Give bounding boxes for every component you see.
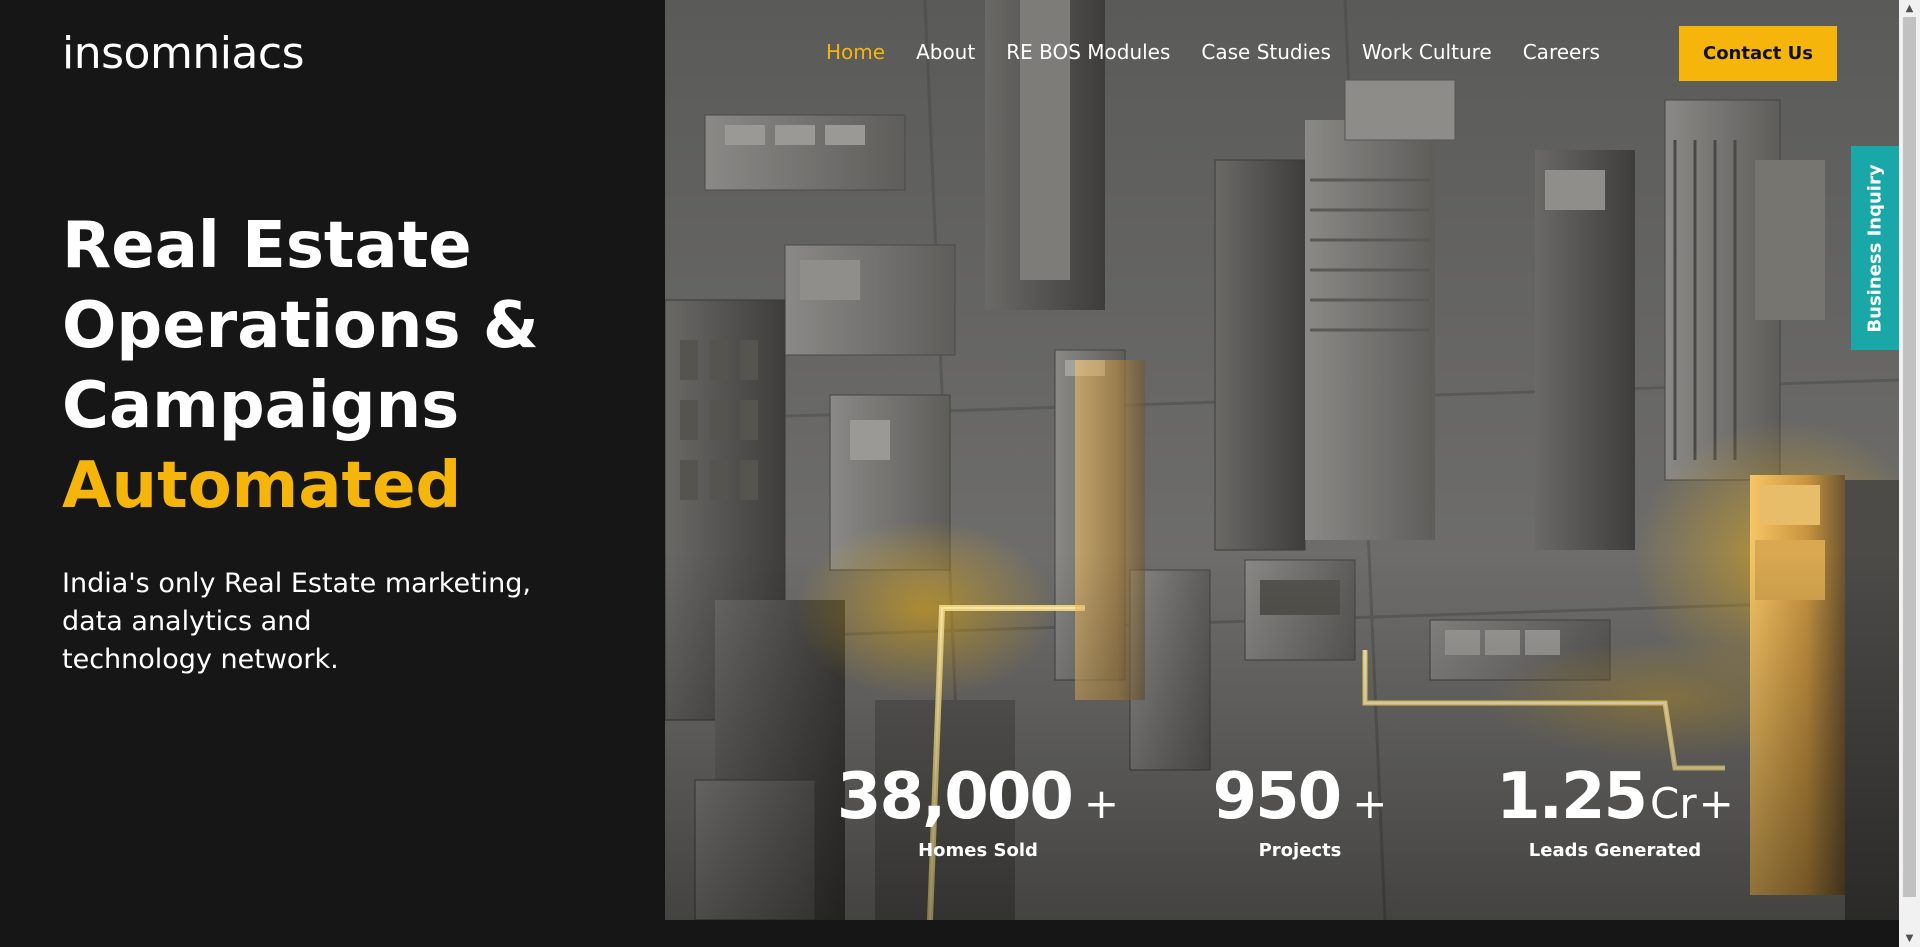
stat-label: Projects xyxy=(1258,840,1342,861)
stat-leads-generated: 1.25 Cr + Leads Generated xyxy=(1480,760,1750,861)
scroll-up-arrow-icon[interactable]: ▲ xyxy=(1899,0,1920,17)
nav-work-culture[interactable]: Work Culture xyxy=(1362,40,1492,64)
business-inquiry-label: Business Inquiry xyxy=(1864,163,1886,333)
stat-label: Leads Generated xyxy=(1528,840,1702,861)
headline-line-1: Real Estate xyxy=(62,209,472,283)
stat-number: 950 xyxy=(1212,760,1343,834)
nav-re-bos-modules[interactable]: RE BOS Modules xyxy=(1006,40,1170,64)
stat-number: 1.25 xyxy=(1496,760,1648,834)
stat-label: Homes Sold xyxy=(918,840,1038,861)
tagline-line-1: India's only Real Estate marketing, xyxy=(62,568,532,599)
nav-about[interactable]: About xyxy=(916,40,975,64)
stat-unit: Cr xyxy=(1650,779,1697,828)
stat-number: 38,000 xyxy=(836,760,1074,834)
nav-careers[interactable]: Careers xyxy=(1523,40,1600,64)
business-inquiry-tab[interactable]: Business Inquiry xyxy=(1851,146,1899,350)
hero-headline: Real Estate Operations & Campaigns Autom… xyxy=(62,206,539,526)
stat-value-row: 38,000 + xyxy=(837,760,1119,834)
scroll-down-arrow-icon[interactable]: ▼ xyxy=(1899,930,1920,947)
stat-plus: + xyxy=(1352,779,1388,828)
main-nav: Home About RE BOS Modules Case Studies W… xyxy=(826,40,1631,64)
logo[interactable]: insomniacs xyxy=(62,28,305,79)
vertical-scrollbar[interactable]: ▲ ▼ xyxy=(1899,0,1920,947)
nav-home[interactable]: Home xyxy=(826,40,885,64)
left-panel: insomniacs Real Estate Operations & Camp… xyxy=(0,0,665,920)
stat-plus: + xyxy=(1083,779,1120,828)
headline-accent: Automated xyxy=(62,449,462,523)
nav-case-studies[interactable]: Case Studies xyxy=(1201,40,1331,64)
headline-line-2: Operations & xyxy=(62,289,539,363)
stat-value-row: 950 + xyxy=(1213,760,1388,834)
headline-line-3: Campaigns xyxy=(62,369,460,443)
stat-plus: + xyxy=(1698,779,1734,828)
stat-value-row: 1.25 Cr + xyxy=(1496,760,1734,834)
hero-tagline: India's only Real Estate marketing, data… xyxy=(62,565,582,679)
tagline-line-2: data analytics and xyxy=(62,606,312,637)
stat-homes-sold: 38,000 + Homes Sold xyxy=(837,760,1119,861)
tagline-line-3: technology network. xyxy=(62,644,339,675)
page-bottom-edge xyxy=(0,920,1899,947)
contact-us-button[interactable]: Contact Us xyxy=(1679,26,1837,81)
stat-projects: 950 + Projects xyxy=(1200,760,1400,861)
scrollbar-thumb[interactable] xyxy=(1903,17,1916,897)
